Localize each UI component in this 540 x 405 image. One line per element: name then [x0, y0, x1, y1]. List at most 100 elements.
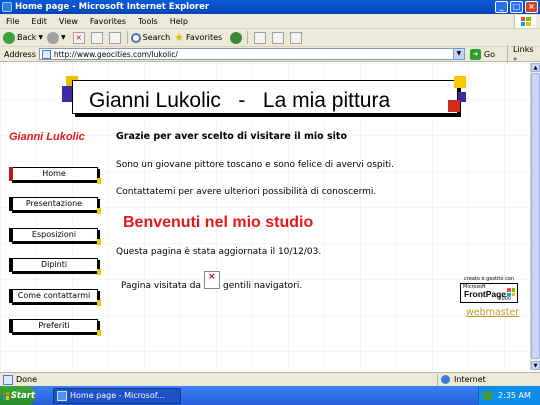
menu-edit[interactable]: Edit	[25, 17, 53, 26]
go-label: Go	[483, 49, 495, 59]
history-icon[interactable]	[254, 31, 267, 44]
scroll-up-button[interactable]: ▲	[531, 63, 540, 72]
clock: 2:35 AM	[498, 391, 531, 400]
address-label: Address	[4, 49, 36, 59]
menu-file[interactable]: File	[0, 17, 25, 26]
banner-frame: Gianni Lukolic - La mia pittura	[72, 80, 458, 114]
intro-text: Sono un giovane pittore toscano e sono f…	[116, 160, 395, 170]
contact-text: Contattatemi per avere ulteriori possibi…	[116, 187, 377, 197]
nav-label: Presentazione	[25, 199, 83, 208]
back-arrow-icon	[3, 31, 15, 44]
nav-presentazione[interactable]: Presentazione	[9, 197, 101, 214]
links-button[interactable]: Links »	[506, 45, 540, 63]
webmaster-link[interactable]: webmaster	[466, 307, 519, 318]
nav-decoration	[97, 239, 101, 245]
media-icon[interactable]	[230, 31, 243, 44]
links-label: Links	[512, 45, 534, 54]
banner-decoration	[454, 76, 466, 88]
nav-preferiti[interactable]: Preferiti	[9, 319, 101, 336]
search-icon	[130, 32, 141, 43]
status-text: Done	[16, 375, 38, 384]
banner-title: Gianni Lukolic - La mia pittura	[89, 89, 391, 112]
menu-favorites[interactable]: Favorites	[84, 17, 132, 26]
nav-decoration	[97, 330, 101, 336]
favorites-label: Favorites	[186, 33, 223, 42]
nav-label: Come contattarmi	[17, 291, 91, 300]
title-bar: Home page - Microsoft Internet Explorer …	[0, 0, 540, 14]
site-name: Gianni Lukolic	[9, 131, 85, 143]
toolbar: Back ▼ ▼ × Search ★ Favorites	[0, 29, 540, 47]
frontpage-logo-icon	[507, 288, 515, 296]
forward-button[interactable]: ▼	[47, 31, 66, 44]
start-button[interactable]: Start	[0, 386, 35, 405]
favorites-button[interactable]: ★ Favorites	[174, 31, 222, 44]
windows-logo-icon	[514, 15, 536, 28]
globe-icon	[441, 375, 450, 384]
menu-tools[interactable]: Tools	[132, 17, 164, 26]
banner-decoration	[448, 100, 460, 112]
home-icon[interactable]	[108, 31, 121, 44]
scroll-thumb[interactable]	[531, 73, 540, 359]
page-icon	[41, 49, 51, 59]
menu-bar: File Edit View Favorites Tools Help	[0, 14, 540, 29]
search-label: Search	[142, 33, 171, 42]
nav-label: Preferiti	[38, 321, 70, 330]
vertical-scrollbar[interactable]: ▲ ▼	[530, 63, 540, 370]
stop-icon[interactable]: ×	[72, 31, 85, 44]
go-button[interactable]: ➔ Go	[469, 48, 495, 60]
ie-icon	[2, 2, 12, 12]
nav-decoration	[97, 269, 101, 275]
nav-esposizioni[interactable]: Esposizioni	[9, 228, 101, 245]
taskbar-item-ie[interactable]: Home page - Microsof...	[53, 387, 181, 404]
welcome-heading: Grazie per aver scelto di visitare il mi…	[116, 131, 347, 142]
toolbar-separator	[247, 31, 249, 44]
frontpage-logo: Microsoft FrontPage 2000	[460, 283, 518, 303]
maximize-button[interactable]: □	[510, 1, 523, 13]
counter-suffix: gentili navigatori.	[223, 281, 303, 291]
taskbar: Start Home page - Microsof... 2:35 AM	[0, 386, 540, 405]
mail-icon[interactable]	[272, 31, 285, 44]
address-url[interactable]: http://www.geocities.com/lukolic/	[54, 50, 453, 59]
nav-label: Home	[42, 169, 66, 178]
search-button[interactable]: Search	[130, 32, 171, 43]
address-dropdown-button[interactable]: ▼	[452, 49, 464, 59]
menu-view[interactable]: View	[53, 17, 84, 26]
security-zone: Internet	[437, 373, 540, 386]
nav-decoration	[97, 178, 101, 184]
zone-label: Internet	[454, 375, 486, 384]
nav-dipinti[interactable]: Dipinti	[9, 258, 101, 275]
broken-image-icon	[204, 271, 221, 289]
menu-help[interactable]: Help	[164, 17, 194, 26]
status-bar: Done Internet	[0, 372, 540, 386]
print-icon[interactable]	[290, 31, 303, 44]
page-content: Gianni Lukolic - La mia pittura Gianni L…	[0, 63, 530, 370]
frontpage-caption: creato e gestito con	[464, 276, 514, 282]
nav-come-contattarmi[interactable]: Come contattarmi	[9, 289, 101, 306]
nav-label: Dipinti	[40, 260, 68, 269]
forward-arrow-icon	[47, 31, 60, 44]
scroll-down-button[interactable]: ▼	[531, 361, 540, 370]
close-button[interactable]: ×	[525, 1, 538, 13]
back-label: Back	[17, 33, 37, 42]
visit-counter: Pagina visitata da gentili navigatori.	[121, 271, 303, 295]
system-tray: 2:35 AM	[478, 386, 540, 405]
windows-logo-icon	[3, 391, 9, 400]
star-icon: ★	[174, 31, 185, 44]
address-input[interactable]: http://www.geocities.com/lukolic/ ▼	[38, 48, 465, 60]
nav-home[interactable]: Home	[9, 167, 101, 184]
frontpage-year: 2000	[498, 296, 511, 302]
banner-decoration	[62, 86, 72, 102]
frontpage-badge[interactable]: creato e gestito con Microsoft FrontPage…	[460, 276, 518, 306]
minimize-button[interactable]: _	[495, 1, 508, 13]
chevron-right-icon: »	[512, 55, 518, 63]
toolbar-separator	[126, 31, 128, 44]
tray-network-icon[interactable]	[483, 391, 492, 400]
refresh-icon[interactable]	[90, 31, 103, 44]
nav-decoration	[97, 208, 101, 214]
nav-label: Esposizioni	[31, 230, 77, 239]
go-arrow-icon: ➔	[469, 48, 481, 60]
ie-icon	[57, 390, 67, 401]
nav-decoration	[97, 300, 101, 306]
back-button[interactable]: Back ▼	[3, 31, 43, 44]
studio-heading: Benvenuti nel mio studio	[123, 214, 314, 231]
